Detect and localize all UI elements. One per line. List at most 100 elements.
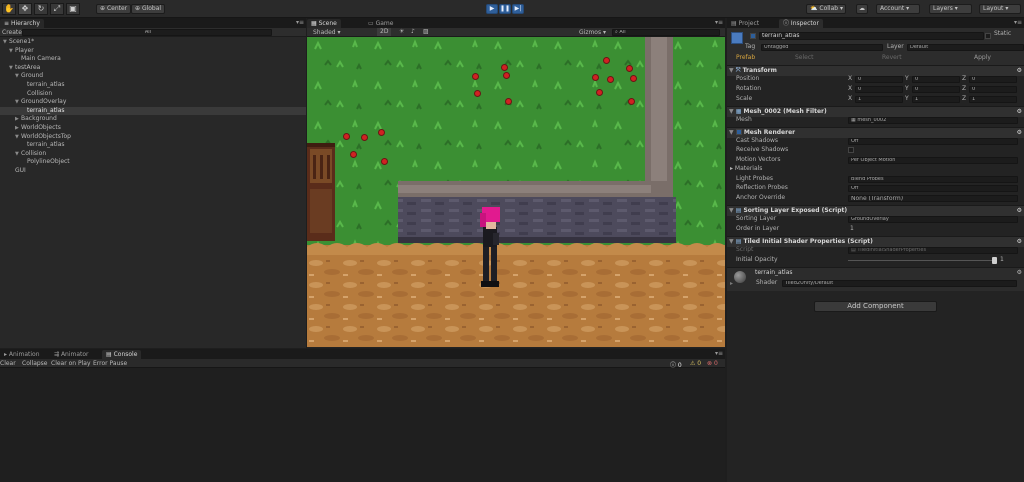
- cloud-icon[interactable]: ☁: [856, 4, 868, 14]
- hierarchy-item[interactable]: ▶ Background: [0, 115, 306, 123]
- collab-dropdown[interactable]: ⛅ Collab ▾: [806, 4, 846, 14]
- tab-project[interactable]: ▤ Project: [727, 19, 763, 28]
- error-count-toggle[interactable]: ⊗ 0: [707, 360, 718, 367]
- pivot-global-button[interactable]: ⊕ Global: [131, 4, 166, 14]
- hierarchy-item[interactable]: ▼ Collision: [0, 150, 306, 158]
- tab-hierarchy[interactable]: ≡ Hierarchy: [0, 19, 44, 28]
- transform-x-field[interactable]: 1: [855, 96, 903, 103]
- active-checkbox[interactable]: [750, 33, 756, 39]
- scale-tool-icon[interactable]: ⤢: [50, 3, 64, 15]
- component-settings-icon[interactable]: ⚙: [1017, 237, 1022, 247]
- scene-viewport[interactable]: [307, 37, 725, 347]
- shading-dropdown[interactable]: Shaded ▾: [313, 29, 341, 36]
- material-settings-icon[interactable]: ⚙: [1017, 269, 1022, 276]
- mesh-filter-header[interactable]: ▼ ▦ Mesh_0002 (Mesh Filter) ⚙: [727, 106, 1024, 117]
- step-button[interactable]: ▶|: [512, 4, 524, 14]
- tab-animation[interactable]: ▸ Animation: [0, 350, 44, 359]
- tab-game[interactable]: ▭ Game: [364, 19, 397, 28]
- effects-icon[interactable]: ▨: [423, 28, 429, 35]
- transform-header[interactable]: ▼ ⤧ Transform ⚙: [727, 65, 1024, 76]
- play-button[interactable]: ▶: [486, 4, 498, 14]
- layer-dropdown[interactable]: Default: [907, 44, 1024, 51]
- axis-z-label[interactable]: Z: [962, 75, 966, 83]
- sorting-layer-dropdown[interactable]: GroundOverlay: [848, 216, 1018, 223]
- materials-foldout[interactable]: ▸ Materials: [730, 165, 762, 173]
- hierarchy-item[interactable]: Main Camera: [0, 55, 306, 63]
- hierarchy-item[interactable]: ▼ Scene1*: [0, 38, 306, 46]
- inspector-menu-icon[interactable]: ▾≡: [1014, 19, 1022, 26]
- axis-z-label[interactable]: Z: [962, 95, 966, 103]
- hierarchy-item[interactable]: ▼ testArea: [0, 64, 306, 72]
- layout-dropdown[interactable]: Layout ▾: [979, 4, 1021, 14]
- panel-menu-icon[interactable]: ▾≡: [296, 19, 304, 26]
- hierarchy-item[interactable]: Collision: [0, 90, 306, 98]
- hierarchy-item[interactable]: terrain_atlas: [0, 106, 306, 115]
- axis-z-label[interactable]: Z: [962, 85, 966, 93]
- lighting-icon[interactable]: ☀: [399, 28, 404, 35]
- material-foldout-icon[interactable]: ▸: [730, 280, 733, 287]
- mesh-field[interactable]: ▦ mesh_0002: [848, 117, 1018, 124]
- tab-inspector[interactable]: ⓘ Inspector: [779, 19, 823, 28]
- component-settings-icon[interactable]: ⚙: [1017, 128, 1022, 138]
- tab-scene[interactable]: ▦ Scene: [307, 19, 341, 28]
- hierarchy-item[interactable]: GUI: [0, 167, 306, 175]
- component-settings-icon[interactable]: ⚙: [1017, 206, 1022, 216]
- anchor-override-field[interactable]: None (Transform): [848, 195, 1018, 202]
- motion-vectors-dropdown[interactable]: Per Object Motion: [848, 157, 1018, 164]
- rect-tool-icon[interactable]: ▣: [66, 3, 80, 15]
- order-in-layer-value[interactable]: 1: [850, 225, 854, 233]
- transform-z-field[interactable]: 1: [969, 96, 1017, 103]
- object-name-field[interactable]: terrain_atlas: [759, 32, 984, 40]
- audio-icon[interactable]: ♪: [411, 28, 415, 35]
- axis-y-label[interactable]: Y: [905, 95, 909, 103]
- hierarchy-item[interactable]: ▶ WorldObjects: [0, 124, 306, 132]
- reflection-probes-dropdown[interactable]: Off: [848, 185, 1018, 192]
- prefab-revert-button[interactable]: Revert: [882, 54, 902, 62]
- transform-x-field[interactable]: 0: [855, 76, 903, 83]
- hierarchy-item[interactable]: terrain_atlas: [0, 141, 306, 149]
- initial-opacity-value[interactable]: 1: [1000, 256, 1004, 264]
- move-tool-icon[interactable]: ✥: [18, 3, 32, 15]
- hierarchy-item[interactable]: terrain_atlas: [0, 81, 306, 89]
- prefab-select-button[interactable]: Select: [795, 54, 814, 62]
- hierarchy-item[interactable]: PolylineObject: [0, 158, 306, 166]
- hierarchy-item[interactable]: ▼ GroundOverlay: [0, 98, 306, 106]
- clear-on-play-button[interactable]: Clear on Play: [51, 360, 91, 367]
- console-menu-icon[interactable]: ▾≡: [715, 350, 723, 357]
- axis-y-label[interactable]: Y: [905, 85, 909, 93]
- opacity-slider-handle[interactable]: [992, 257, 997, 264]
- axis-y-label[interactable]: Y: [905, 75, 909, 83]
- component-settings-icon[interactable]: ⚙: [1017, 107, 1022, 117]
- transform-y-field[interactable]: 0: [912, 76, 960, 83]
- info-count-toggle[interactable]: ⓘ 0: [670, 360, 682, 369]
- error-pause-button[interactable]: Error Pause: [93, 360, 127, 367]
- axis-x-label[interactable]: X: [848, 75, 852, 83]
- tiled-shader-header[interactable]: ▼ ▤ Tiled Initial Shader Properties (Scr…: [727, 236, 1024, 247]
- prefab-apply-button[interactable]: Apply: [974, 54, 991, 62]
- axis-x-label[interactable]: X: [848, 85, 852, 93]
- axis-x-label[interactable]: X: [848, 95, 852, 103]
- gizmos-dropdown[interactable]: Gizmos ▾: [579, 29, 606, 36]
- transform-z-field[interactable]: 0: [969, 76, 1017, 83]
- hierarchy-search-input[interactable]: All: [22, 29, 272, 36]
- tag-dropdown[interactable]: Untagged: [761, 44, 883, 51]
- transform-y-field[interactable]: 0: [912, 86, 960, 93]
- scene-search-input[interactable]: ⌕ All: [612, 29, 720, 36]
- light-probes-dropdown[interactable]: Blend Probes: [848, 176, 1018, 183]
- tab-animator[interactable]: ⇶ Animator: [50, 350, 93, 359]
- hand-tool-icon[interactable]: ✋: [2, 3, 16, 15]
- shader-dropdown[interactable]: Tiled2Unity/Default: [782, 280, 1017, 287]
- hierarchy-item[interactable]: ▼ Player: [0, 47, 306, 55]
- transform-x-field[interactable]: 0: [855, 86, 903, 93]
- scene-menu-icon[interactable]: ▾≡: [715, 19, 723, 26]
- layers-dropdown[interactable]: Layers ▾: [929, 4, 972, 14]
- component-settings-icon[interactable]: ⚙: [1017, 66, 1022, 76]
- clear-button[interactable]: Clear: [0, 360, 16, 367]
- add-component-button[interactable]: Add Component: [814, 301, 937, 312]
- pause-button[interactable]: ❚❚: [499, 4, 511, 14]
- warning-count-toggle[interactable]: ⚠ 0: [690, 360, 701, 367]
- cast-shadows-dropdown[interactable]: Off: [848, 138, 1018, 145]
- mesh-renderer-enabled-checkbox[interactable]: [735, 129, 742, 135]
- tab-console[interactable]: ▤ Console: [102, 350, 142, 359]
- collapse-button[interactable]: Collapse: [22, 360, 48, 367]
